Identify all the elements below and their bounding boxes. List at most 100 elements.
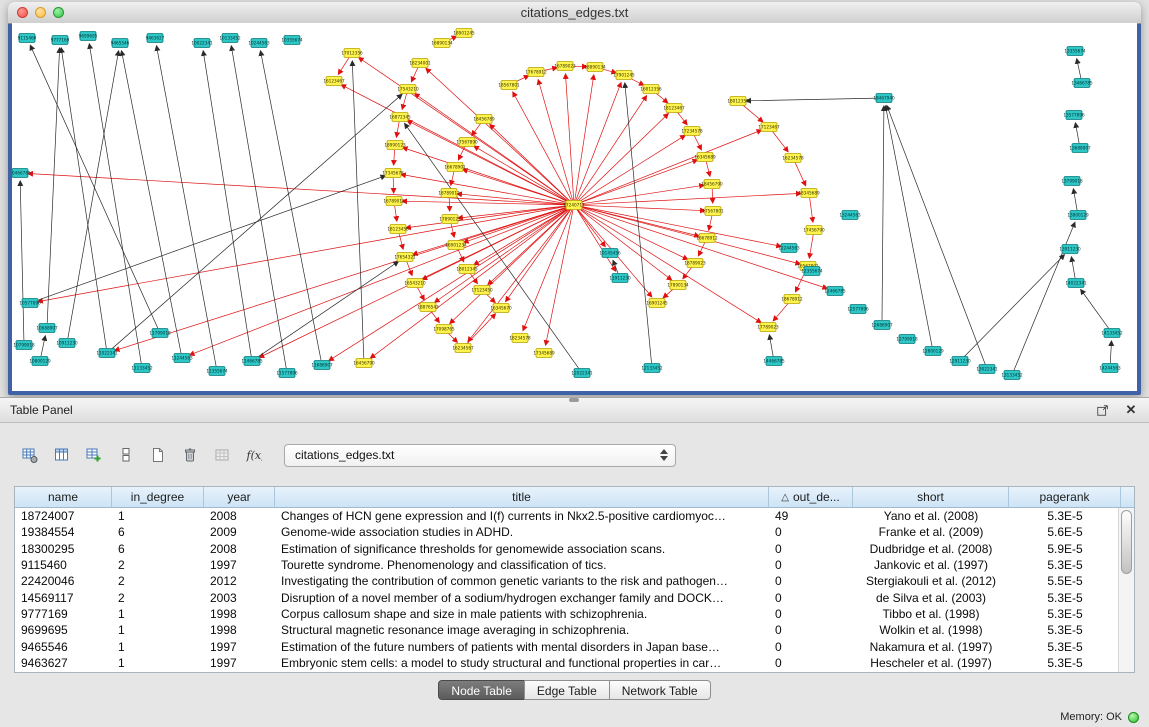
graph-edge[interactable]: [474, 208, 570, 265]
tab-network-table[interactable]: Network Table: [609, 680, 711, 700]
graph-edge[interactable]: [773, 303, 789, 321]
graph-edge[interactable]: [578, 208, 761, 323]
graph-node[interactable]: 16678901: [444, 163, 466, 172]
graph-node[interactable]: 9465546: [111, 39, 130, 48]
graph-node[interactable]: 18234578: [509, 334, 531, 343]
column-header-name[interactable]: name: [15, 487, 112, 507]
table-row[interactable]: 1456911722003Disruption of a novel membe…: [15, 589, 1134, 605]
graph-node[interactable]: 14022341: [1065, 279, 1087, 288]
graph-edge[interactable]: [746, 98, 879, 101]
graph-edge[interactable]: [47, 48, 59, 323]
tab-edge-table[interactable]: Edge Table: [524, 680, 610, 700]
graph-node[interactable]: 18012345: [456, 265, 478, 274]
graph-node[interactable]: 16901245: [646, 299, 668, 308]
graph-node[interactable]: 17567801: [702, 207, 724, 216]
graph-node[interactable]: 17890134: [667, 281, 689, 290]
graph-node[interactable]: 13133452: [1001, 371, 1023, 380]
graph-edge[interactable]: [448, 333, 458, 343]
graph-node[interactable]: 12799018: [896, 335, 918, 344]
graph-node[interactable]: 10688907: [36, 324, 58, 333]
graph-node[interactable]: 11466785: [241, 357, 263, 366]
graph-node[interactable]: 9699695: [79, 32, 98, 41]
graph-node[interactable]: 12466785: [824, 287, 846, 296]
table-row[interactable]: 2242004622012Investigating the contribut…: [15, 573, 1134, 589]
graph-node[interactable]: 17456790: [803, 226, 825, 235]
graph-edge[interactable]: [1075, 123, 1079, 143]
graph-node[interactable]: 17123467: [758, 123, 780, 132]
graph-node[interactable]: 17789023: [757, 323, 779, 332]
graph-edge[interactable]: [426, 68, 570, 201]
graph-edge[interactable]: [513, 92, 572, 201]
graph-node[interactable]: 16234567: [452, 344, 474, 353]
graph-edge[interactable]: [394, 150, 395, 165]
graph-node[interactable]: 17345678: [382, 169, 404, 178]
graph-node[interactable]: 18123467: [663, 104, 685, 113]
table-row[interactable]: 946362711997Embryonic stem cells: a mode…: [15, 655, 1134, 671]
graph-edge[interactable]: [338, 57, 349, 74]
graph-edge[interactable]: [578, 114, 669, 202]
table-row[interactable]: 1872400712008Changes of HCN gene express…: [15, 508, 1134, 524]
graph-node[interactable]: 12133452: [641, 364, 663, 373]
graph-node[interactable]: 17345689: [533, 349, 555, 358]
tab-node-table[interactable]: Node Table: [438, 680, 525, 700]
new-document-button[interactable]: [144, 442, 172, 468]
delete-button[interactable]: [176, 442, 204, 468]
graph-node[interactable]: 18012356: [727, 97, 749, 106]
graph-edge[interactable]: [576, 83, 621, 201]
graph-edge[interactable]: [886, 106, 933, 346]
graph-edge[interactable]: [1110, 341, 1111, 363]
graph-edge[interactable]: [712, 189, 713, 203]
table-row[interactable]: 969969511998Structural magnetic resonanc…: [15, 622, 1134, 638]
graph-edge[interactable]: [463, 169, 570, 203]
graph-node[interactable]: 16123467: [323, 77, 345, 86]
function-button[interactable]: f(x): [240, 442, 268, 468]
graph-edge[interactable]: [61, 48, 106, 348]
graph-edge[interactable]: [538, 80, 572, 201]
graph-node[interactable]: 17678912: [525, 68, 547, 77]
graph-node[interactable]: 13911230: [1059, 245, 1081, 254]
graph-edge[interactable]: [35, 176, 386, 302]
graph-node[interactable]: 10133452: [219, 34, 241, 43]
graph-edge[interactable]: [122, 51, 182, 353]
graph-node[interactable]: 12022341: [571, 369, 593, 378]
graph-node[interactable]: 13688907: [1069, 144, 1091, 153]
graph-edge[interactable]: [579, 160, 698, 204]
graph-node[interactable]: 17012356: [341, 49, 363, 58]
graph-edge[interactable]: [41, 336, 45, 356]
graph-edge[interactable]: [190, 207, 570, 355]
graph-node[interactable]: 16872345: [389, 113, 411, 122]
graph-node[interactable]: 9463627: [146, 34, 165, 43]
graph-node[interactable]: 16789023: [554, 62, 576, 71]
graph-edge[interactable]: [772, 131, 788, 152]
graph-edge[interactable]: [1073, 189, 1077, 210]
table-source-dropdown[interactable]: citations_edges.txt: [284, 444, 676, 467]
graph-node[interactable]: 18901245: [453, 29, 475, 38]
graph-node[interactable]: 11244563: [171, 354, 193, 363]
graph-node[interactable]: 18876543: [417, 303, 439, 312]
column-header-pagerank[interactable]: pagerank: [1009, 487, 1121, 507]
graph-edge[interactable]: [577, 209, 605, 247]
table-row[interactable]: 1938455462009Genome-wide association stu…: [15, 524, 1134, 540]
graph-node[interactable]: 17240717: [563, 201, 585, 210]
graph-edge[interactable]: [795, 163, 806, 186]
graph-node[interactable]: 16678912: [696, 234, 718, 243]
graph-node[interactable]: 10022341: [191, 39, 213, 48]
graph-node[interactable]: 18789023: [684, 259, 706, 268]
window-titlebar[interactable]: citations_edges.txt: [8, 2, 1141, 24]
graph-edge[interactable]: [28, 174, 569, 205]
column-header-out_de[interactable]: △out_de...: [769, 487, 853, 507]
graph-edge[interactable]: [882, 106, 884, 320]
graph-edge[interactable]: [405, 124, 579, 369]
graph-edge[interactable]: [742, 104, 763, 122]
graph-node[interactable]: 18467940: [873, 94, 895, 103]
network-graph[interactable]: 1724071718234001175432101687234518990123…: [12, 23, 1137, 391]
graph-node[interactable]: 13466785: [1071, 79, 1093, 88]
graph-node[interactable]: 18789012: [438, 189, 460, 198]
graph-edge[interactable]: [964, 255, 1065, 358]
graph-edge[interactable]: [578, 135, 685, 202]
graph-edge[interactable]: [472, 123, 481, 136]
network-canvas[interactable]: 1724071718234001175432101687234518990123…: [12, 23, 1137, 391]
graph-node[interactable]: 11799018: [149, 329, 171, 338]
graph-edge[interactable]: [523, 210, 572, 331]
graph-edge[interactable]: [20, 181, 24, 340]
